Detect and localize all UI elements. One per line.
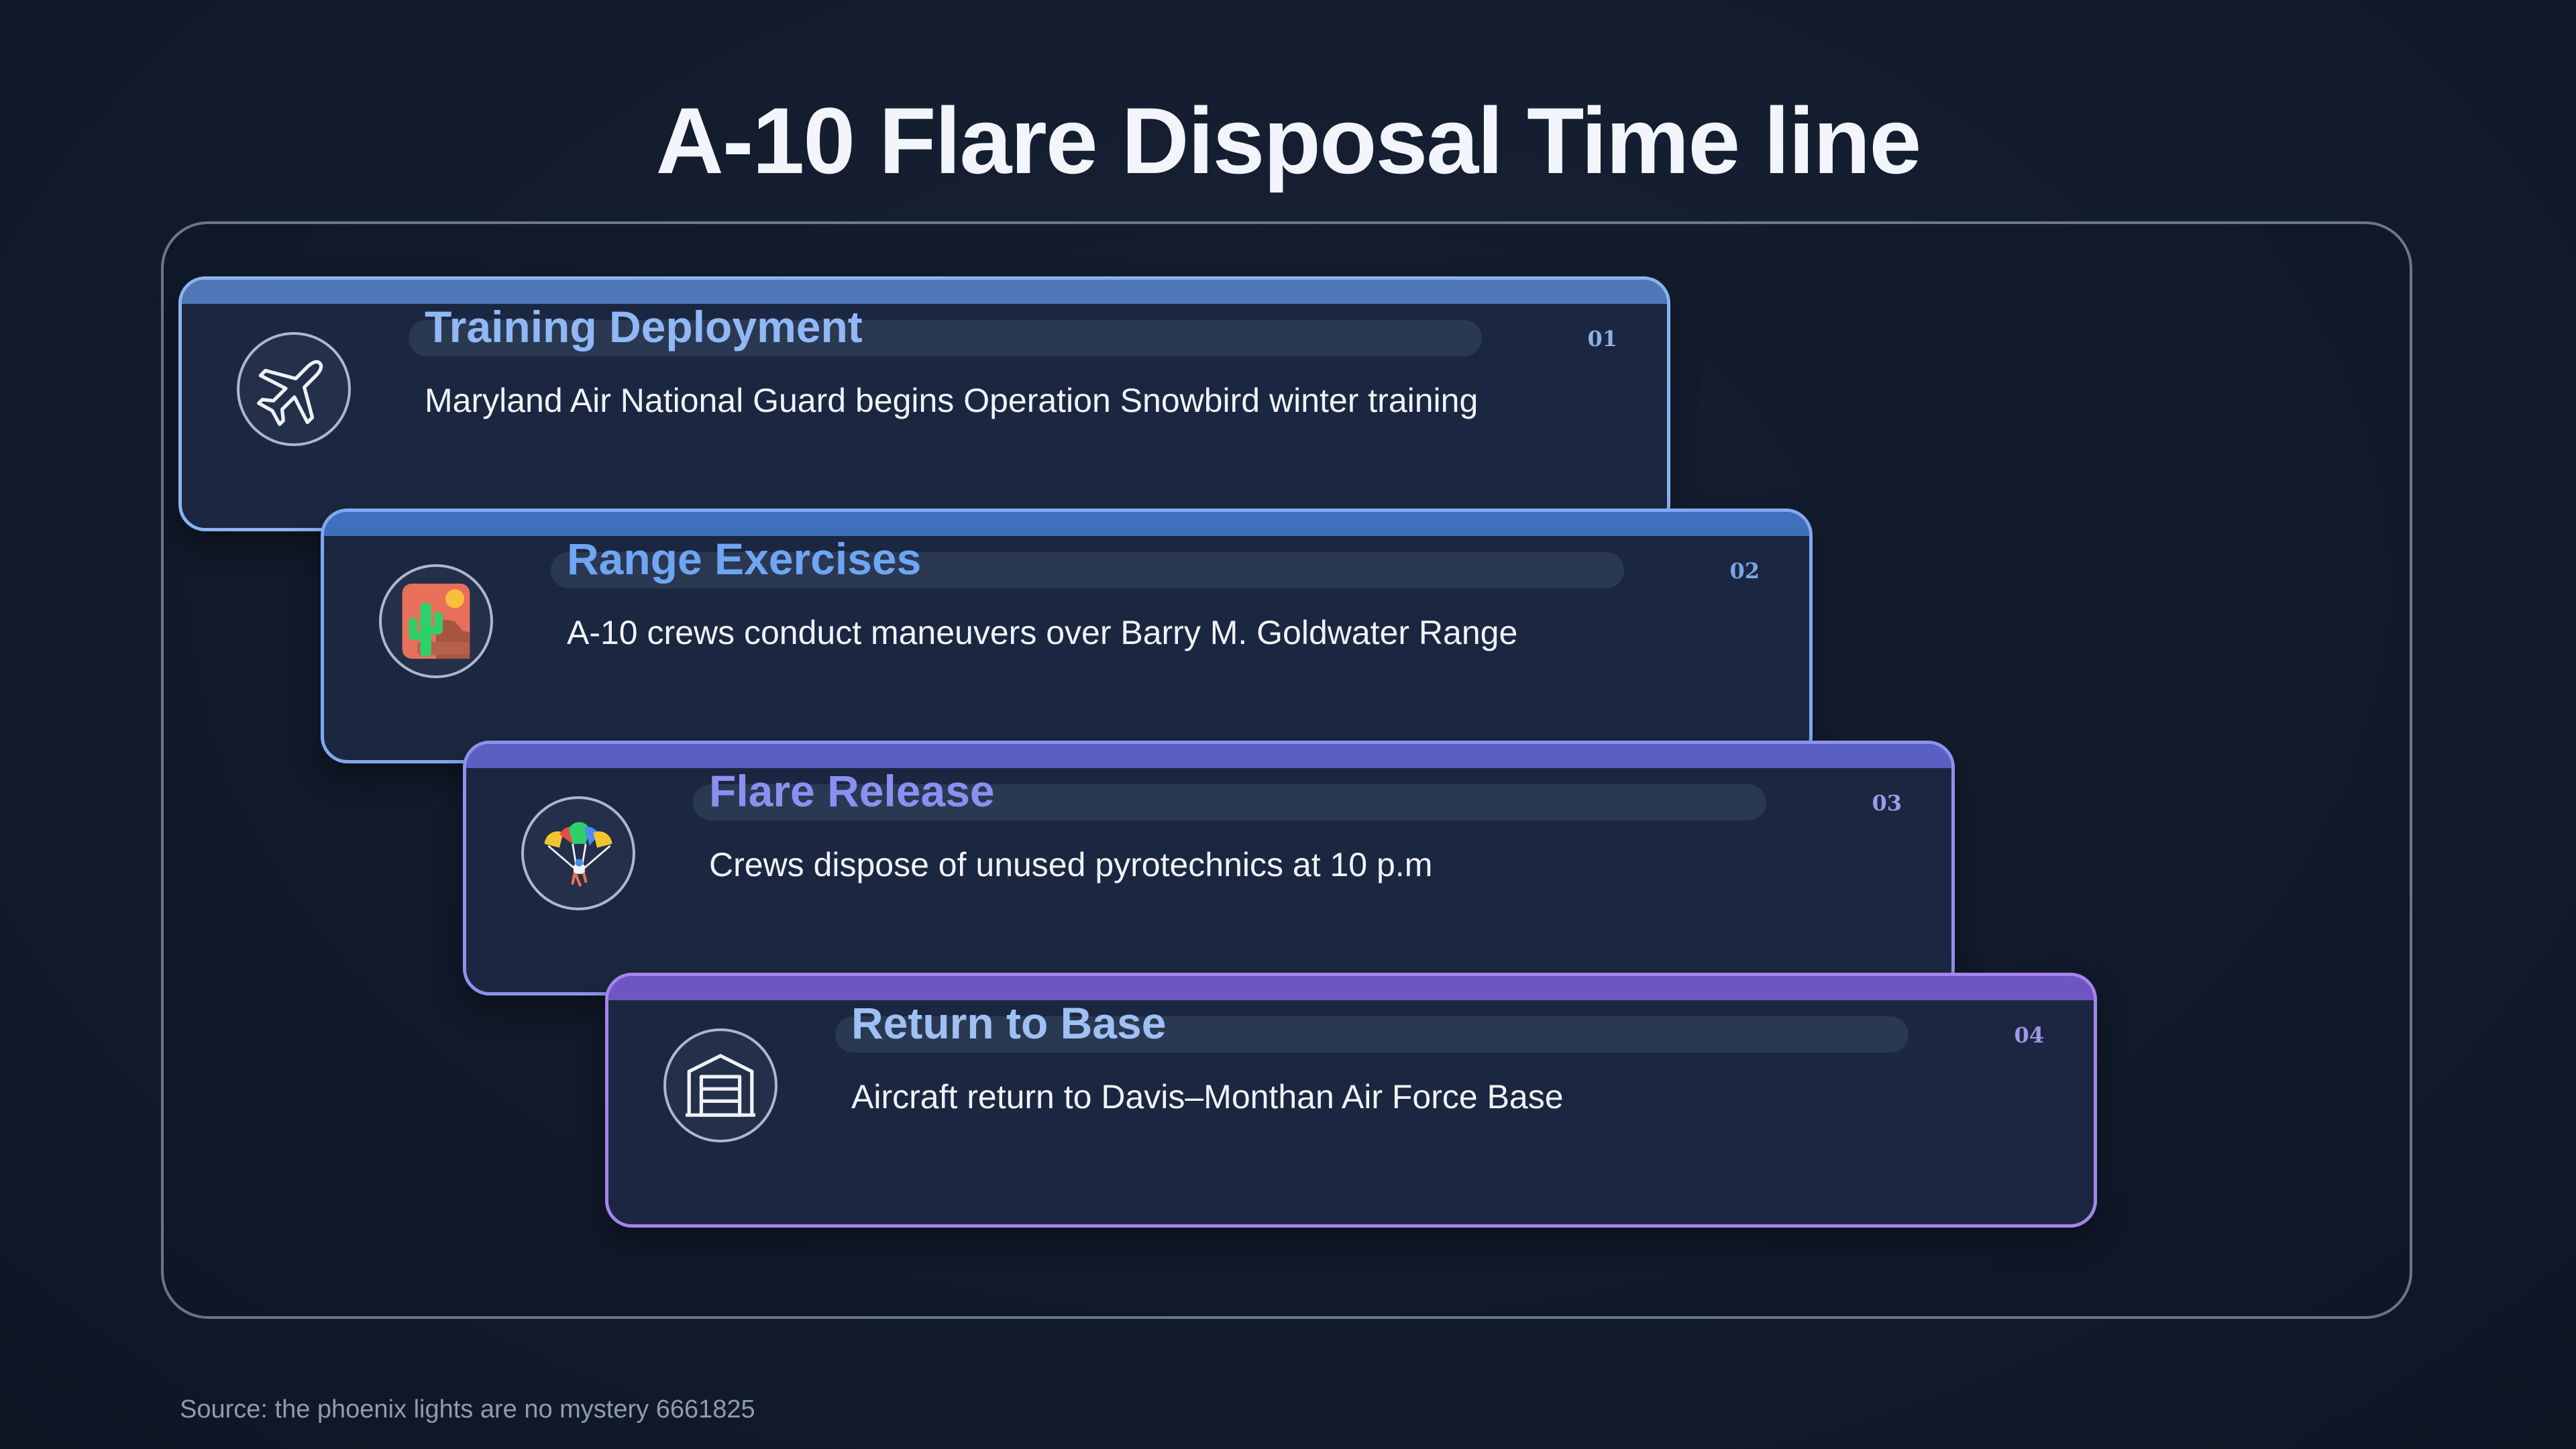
card-top-bar: [182, 280, 1667, 304]
step-description: A-10 crews conduct maneuvers over Barry …: [567, 614, 1518, 651]
card-top-bar: [324, 512, 1809, 536]
parachute-icon: [521, 796, 635, 910]
step-heading: Flare Release: [709, 766, 995, 816]
timeline-card-training-deployment: Training Deployment Maryland Air Nationa…: [178, 276, 1670, 531]
timeline-card-flare-release: Flare Release Crews dispose of unused py…: [463, 741, 1955, 996]
step-number: 02: [1729, 558, 1760, 584]
airplane-icon: [237, 332, 351, 446]
desert-cactus-icon: [379, 564, 493, 678]
step-description: Crews dispose of unused pyrotechnics at …: [709, 846, 1433, 883]
card-top-bar: [466, 744, 1951, 768]
source-note: Source: the phoenix lights are no myster…: [180, 1395, 755, 1424]
timeline-card-range-exercises: Range Exercises A-10 crews conduct maneu…: [321, 508, 1813, 763]
step-heading: Range Exercises: [567, 534, 922, 584]
step-description: Aircraft return to Davis–Monthan Air For…: [851, 1078, 1564, 1116]
step-number: 03: [1872, 790, 1902, 816]
step-number: 04: [2014, 1022, 2044, 1048]
step-number: 01: [1587, 326, 1617, 352]
hangar-icon: [663, 1028, 777, 1142]
step-heading: Return to Base: [851, 998, 1167, 1048]
card-top-bar: [608, 976, 2094, 1000]
step-heading: Training Deployment: [425, 302, 863, 352]
timeline-card-return-to-base: Return to Base Aircraft return to Davis–…: [605, 973, 2097, 1228]
page-title: A-10 Flare Disposal Time line: [655, 88, 1922, 193]
step-description: Maryland Air National Guard begins Opera…: [425, 382, 1479, 419]
